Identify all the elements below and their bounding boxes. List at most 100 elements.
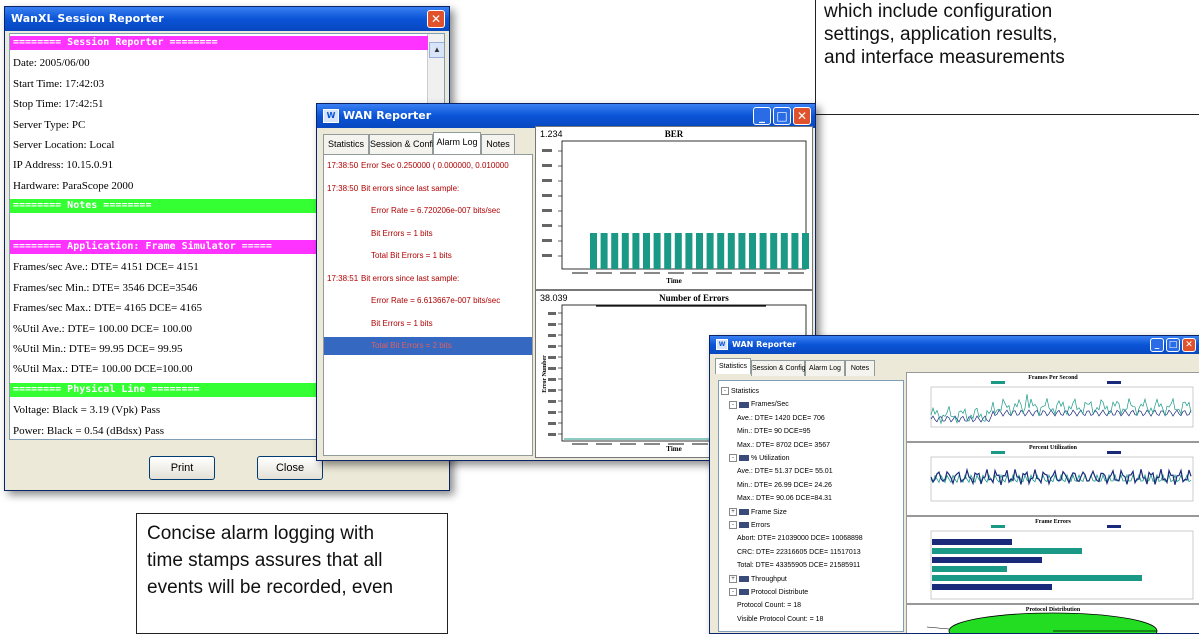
tab-notes[interactable]: Notes [845, 360, 875, 376]
tree-item[interactable]: - % Utilization [729, 452, 790, 466]
tab-session-config[interactable]: Session & Config [369, 134, 439, 154]
session-reporter-titlebar[interactable]: WanXL Session Reporter ✕ [5, 7, 449, 31]
ber-bar [643, 233, 650, 269]
expand-icon[interactable]: + [729, 507, 737, 516]
alarm-log-list[interactable]: 17:38:50 Error Sec 0.250000 ( 0.000000, 0… [323, 154, 533, 456]
legend-swatch [991, 525, 1005, 528]
wan-reporter-titlebar[interactable]: W WAN Reporter _ □ ✕ [317, 104, 815, 128]
report-line: Date: 2005/06/00 [13, 57, 90, 70]
ber-x-tick-label [764, 272, 780, 274]
callout-line: settings, application results, [824, 24, 1058, 45]
callout-line: events will be recorded, even [147, 577, 394, 598]
alarm-log-row[interactable]: 17:38:50 Bit errors since last sample: [324, 180, 532, 198]
ber-x-tick-label [788, 272, 804, 274]
ber-x-tick-label [596, 272, 612, 274]
print-button[interactable]: Print [149, 456, 215, 480]
tree-item[interactable]: - Frames/Sec [729, 398, 789, 412]
scroll-up-icon[interactable]: ▲ [429, 42, 444, 58]
tab-alarm-log[interactable]: Alarm Log [805, 360, 845, 376]
folder-icon [739, 401, 749, 408]
minimize-icon[interactable]: _ [753, 107, 771, 125]
window-title: WAN Reporter [732, 340, 797, 349]
window-title: WAN Reporter [343, 109, 432, 122]
alarm-log-row[interactable]: Bit Errors = 1 bits [324, 225, 532, 243]
errors-bar [932, 566, 1007, 572]
alarm-log-row[interactable]: 17:38:51 Bit errors since last sample: [324, 270, 532, 288]
tree-item[interactable]: + Throughput [729, 573, 787, 587]
alarm-message: Bit Errors = 1 bits [371, 228, 433, 238]
tree-item[interactable]: Min.: DTE= 26.99 DCE= 24.26 [737, 479, 832, 493]
frames-plot [930, 381, 1194, 428]
window-title: WanXL Session Reporter [11, 12, 164, 25]
tree-item[interactable]: Total: DTE= 43355905 DCE= 21585911 [737, 559, 860, 573]
collapse-icon[interactable]: - [721, 387, 729, 396]
tree-item[interactable]: Abort: DTE= 21039000 DCE= 10068898 [737, 532, 863, 546]
errors-y-tick-label [548, 411, 556, 414]
maximize-icon[interactable]: □ [1166, 338, 1180, 352]
tree-item[interactable]: - Protocol Distribute [729, 586, 808, 600]
alarm-log-row[interactable]: Error Rate = 6.720206e-007 bits/sec [324, 202, 532, 220]
errors-y-tick-label [548, 422, 556, 425]
tab-statistics[interactable]: Statistics [323, 134, 369, 154]
app-icon: W [323, 109, 339, 123]
tree-item[interactable]: CRC: DTE= 22316605 DCE= 11517013 [737, 546, 861, 560]
wan-reporter-titlebar[interactable]: W WAN Reporter _ □ ✕ [710, 336, 1199, 354]
collapse-icon[interactable]: - [729, 521, 737, 530]
report-line: Start Time: 17:42:03 [13, 77, 105, 90]
collapse-icon[interactable]: - [729, 400, 737, 409]
app-icon: W [716, 339, 728, 350]
ber-bar [738, 233, 746, 269]
tab-alarm-log[interactable]: Alarm Log [433, 132, 481, 154]
tree-item[interactable]: + Frame Size [729, 506, 787, 520]
statistics-tree[interactable]: - Statistics - Frames/Sec Ave.: DTE= 1420 DC… [718, 380, 904, 632]
legend-swatch [991, 451, 1005, 454]
tree-item[interactable]: - Statistics [721, 385, 759, 399]
tree-item-label: % Utilization [751, 455, 790, 462]
tree-item[interactable]: Min.: DTE= 90 DCE=95 [737, 425, 811, 439]
frames-per-second-chart: Frames Per Second [906, 372, 1199, 442]
errors-y-tick-label [548, 433, 556, 436]
close-icon[interactable]: ✕ [427, 10, 445, 28]
tree-item-label: Statistics [731, 388, 760, 395]
alarm-message: Error Rate = 6.720206e-007 bits/sec [371, 206, 501, 215]
minimize-icon[interactable]: _ [1150, 338, 1164, 352]
errors-y-tick-label [548, 367, 556, 370]
collapse-icon[interactable]: - [729, 588, 737, 597]
tree-item[interactable]: Max.: DTE= 90.06 DCE=84.31 [737, 492, 832, 506]
alarm-log-row[interactable]: Error Rate = 6.613667e-007 bits/sec [324, 292, 532, 310]
alarm-log-row[interactable]: 17:38:50 Error Sec 0.250000 ( 0.000000, 0… [324, 157, 532, 175]
tab-bar: Statistics Session & Config Alarm Log No… [715, 358, 895, 376]
collapse-icon[interactable]: - [729, 454, 737, 463]
close-button[interactable]: Close [257, 456, 323, 480]
errors-y-tick-label [548, 378, 556, 381]
tree-item[interactable]: Max.: DTE= 8702 DCE= 3567 [737, 439, 830, 453]
tab-notes[interactable]: Notes [481, 134, 515, 154]
alarm-log-row[interactable]: Total Bit Errors = 1 bits [324, 247, 532, 265]
ber-bar [802, 233, 809, 269]
tree-item[interactable]: - Errors [729, 519, 770, 533]
tree-item-label: Min.: DTE= 90 DCE=95 [737, 428, 811, 436]
tree-item[interactable]: Visible Protocol Count: = 18 [737, 613, 823, 627]
ber-y-tick-label [542, 179, 552, 182]
tree-item-label: Ave.: DTE= 51.37 DCE= 55.01 [737, 468, 833, 476]
alarm-log-row[interactable]: Total Bit Errors = 2 bits [324, 337, 532, 355]
tree-item[interactable]: Ave.: DTE= 1420 DCE= 706 [737, 412, 825, 426]
ber-bar [696, 233, 703, 269]
alarm-log-row[interactable]: Bit Errors = 1 bits [324, 315, 532, 333]
tab-session-config[interactable]: Session & Config [751, 360, 806, 376]
alarm-message: Error Rate = 6.613667e-007 bits/sec [371, 296, 501, 305]
ber-bar [590, 233, 597, 269]
expand-icon[interactable]: + [729, 574, 737, 583]
ber-x-tick-label [716, 272, 732, 274]
tree-item[interactable]: Ave.: DTE= 51.37 DCE= 55.01 [737, 465, 833, 479]
close-icon[interactable]: ✕ [793, 107, 811, 125]
folder-icon [739, 522, 749, 529]
frame-errors-chart: Frame Errors [906, 516, 1199, 604]
tree-item[interactable]: Protocol Count: = 18 [737, 599, 801, 613]
tree-item-label: Max.: DTE= 90.06 DCE=84.31 [737, 495, 832, 503]
errors-y-tick-label [548, 323, 556, 326]
maximize-icon[interactable]: □ [773, 107, 791, 125]
tab-statistics[interactable]: Statistics [715, 358, 751, 374]
close-icon[interactable]: ✕ [1182, 338, 1196, 352]
ber-bar [653, 233, 661, 269]
